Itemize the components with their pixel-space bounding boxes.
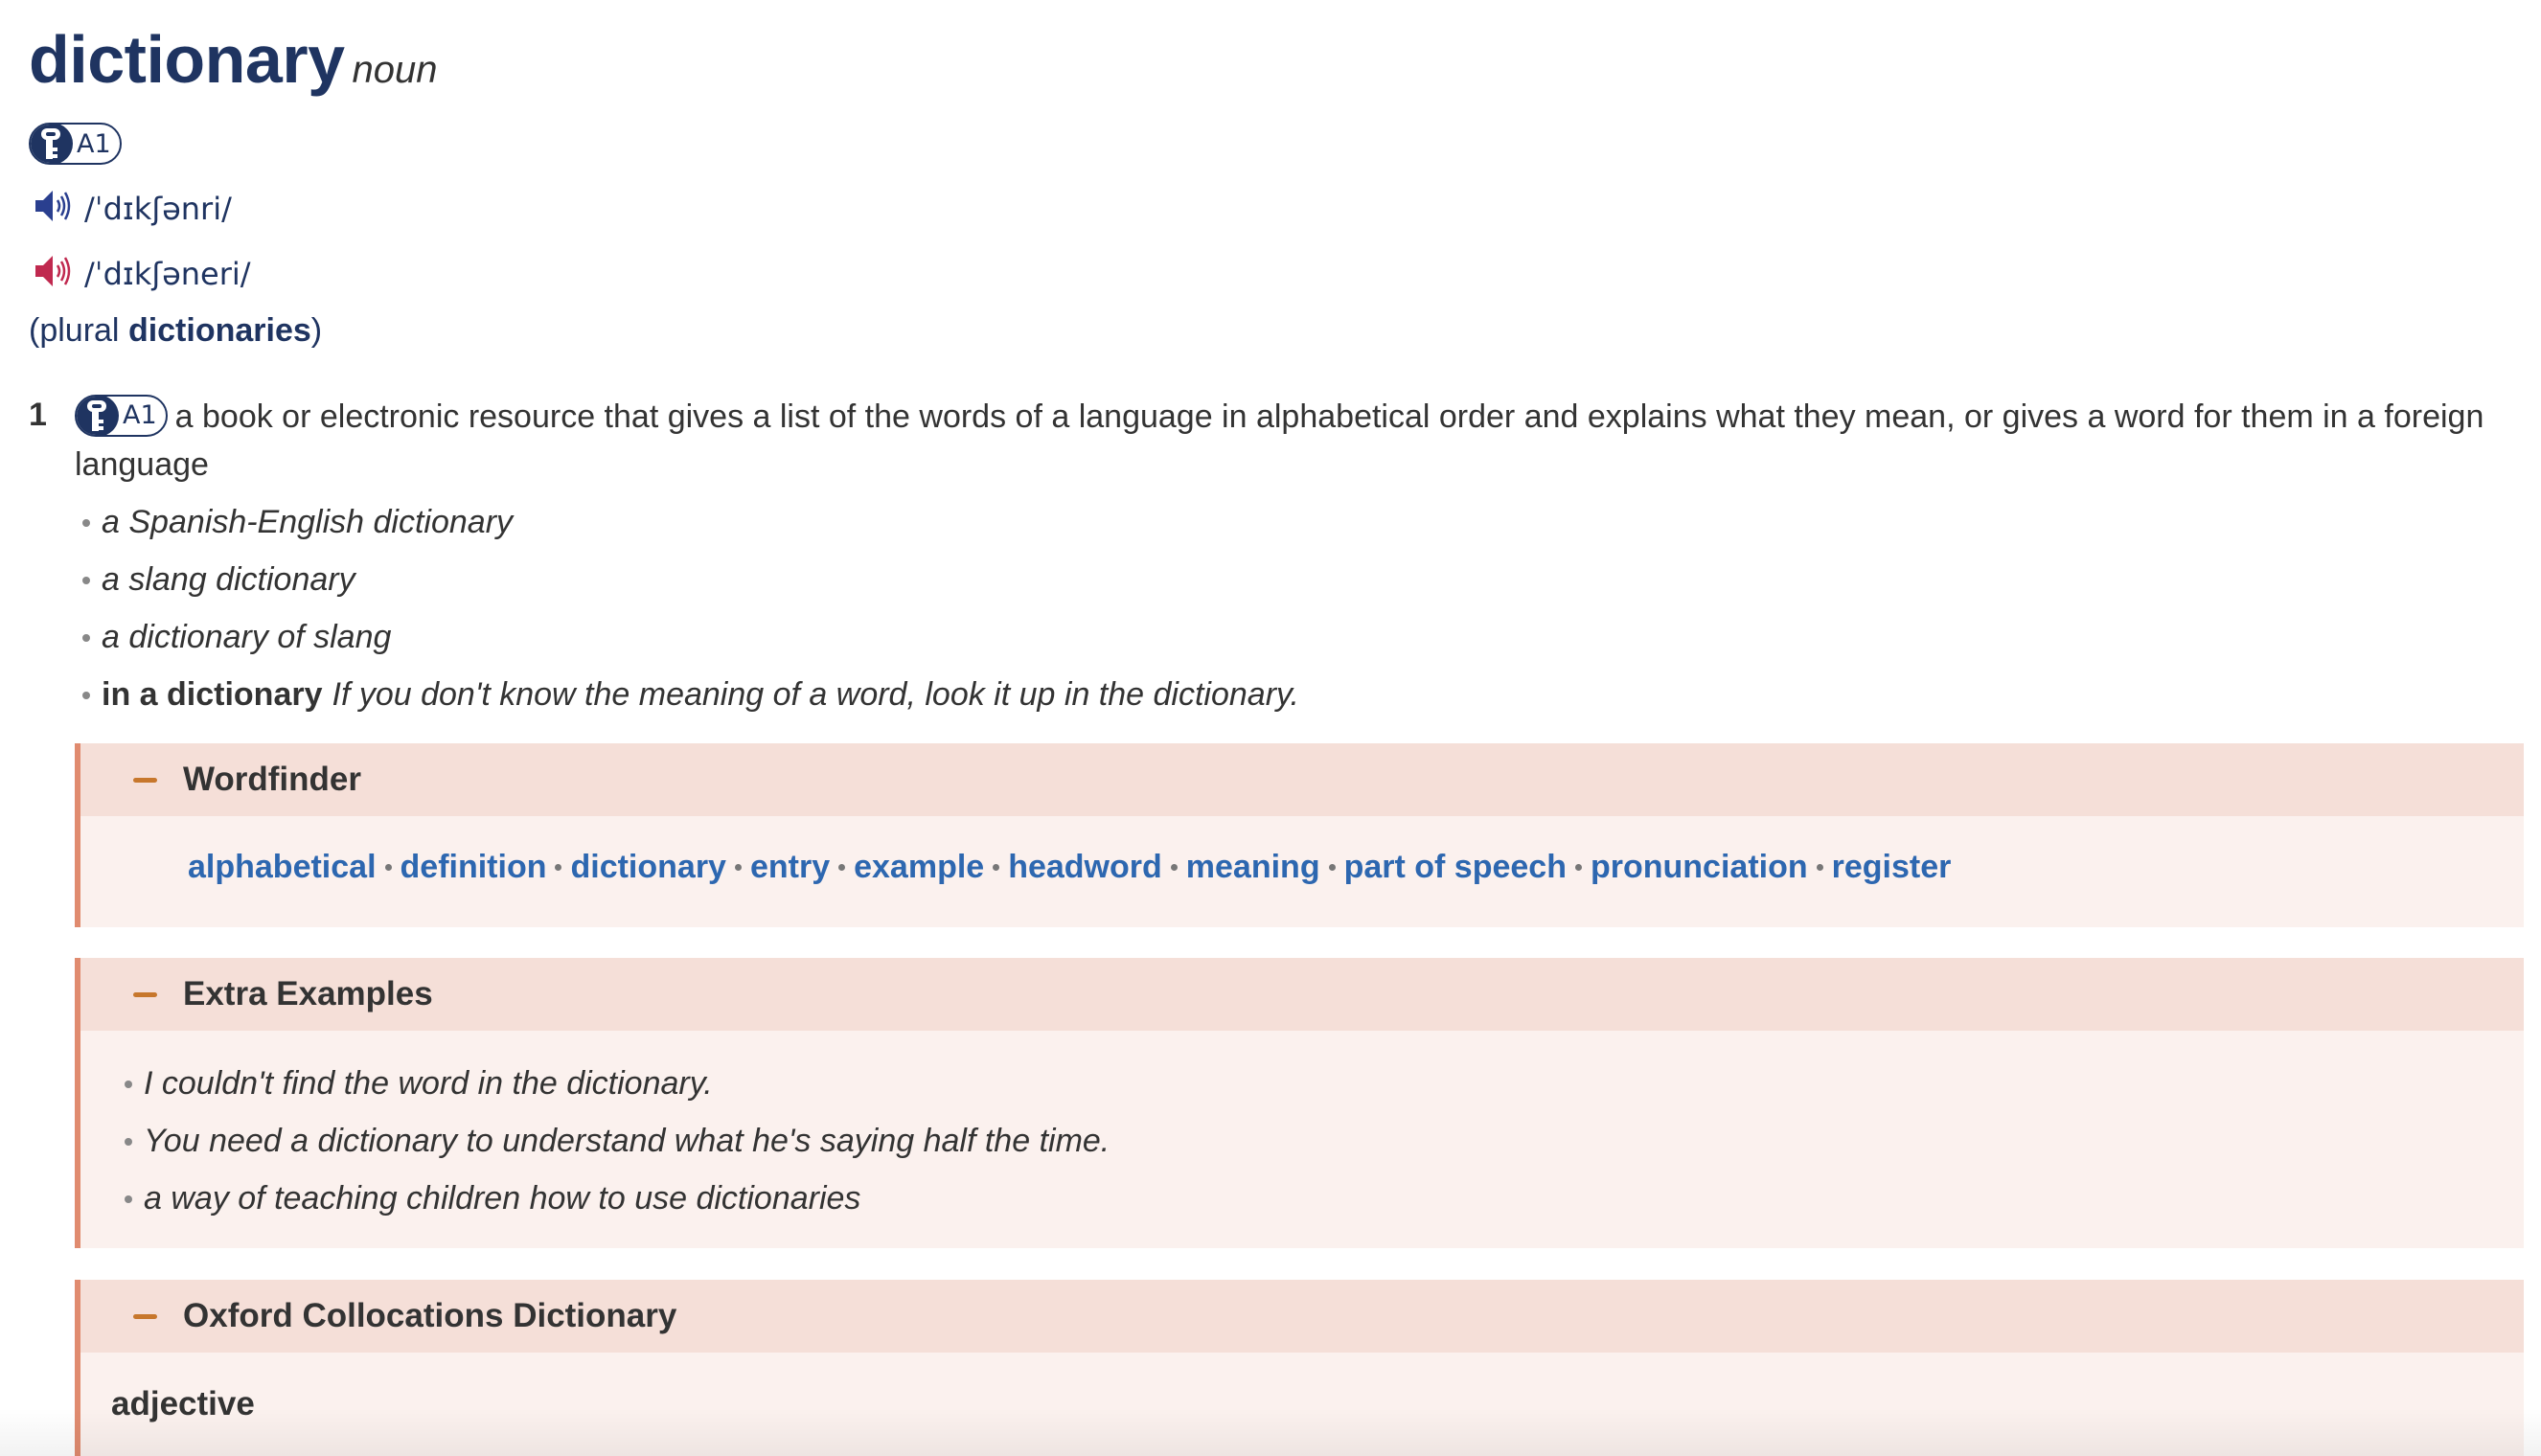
example-item: a Spanish-English dictionary (82, 498, 1299, 556)
wordfinder-links: alphabetical definition dictionary entry exa… (188, 849, 1951, 886)
bullet-icon (82, 577, 90, 584)
collapse-minus-icon[interactable] (133, 991, 157, 997)
example-text: If you don't know the meaning of a word,… (332, 676, 1299, 713)
wordfinder-link[interactable]: part of speech (1344, 849, 1567, 885)
separator-dot-icon (838, 863, 846, 871)
wordfinder-box: Wordfinder alphabetical definition diction… (75, 743, 2524, 927)
oxford-key-icon (76, 397, 119, 436)
example-text: a Spanish-English dictionary (102, 504, 514, 540)
wordfinder-link[interactable]: alphabetical (188, 849, 377, 885)
wordfinder-link[interactable]: pronunciation (1591, 849, 1808, 885)
wordfinder-link[interactable]: entry (750, 849, 830, 885)
inflection-suffix: ) (310, 312, 323, 349)
example-item: in a dictionary If you don't know the mea… (82, 671, 1299, 728)
headword: dictionary (29, 22, 345, 97)
extra-example-text: a way of teaching children how to use di… (144, 1180, 861, 1217)
cefr-level: A1 (77, 128, 111, 159)
collocations-pos-heading: adjective (111, 1385, 255, 1422)
example-text: a dictionary of slang (102, 619, 392, 655)
cefr-level: A1 (123, 400, 157, 431)
wordfinder-link[interactable]: definition (401, 849, 547, 885)
separator-dot-icon (1170, 863, 1178, 871)
extra-example-text: I couldn't find the word in the dictiona… (144, 1065, 713, 1102)
extra-examples-box: Extra Examples I couldn't find the word … (75, 958, 2524, 1248)
part-of-speech: noun (352, 49, 438, 91)
speaker-icon[interactable] (34, 255, 75, 292)
wordfinder-link[interactable]: headword (1008, 849, 1162, 885)
inflections: (plural dictionaries) (29, 312, 322, 350)
cefr-badge[interactable]: A1 (29, 123, 122, 165)
extra-examples-header[interactable]: Extra Examples (80, 958, 2524, 1031)
separator-dot-icon (734, 863, 742, 871)
example-text: a slang dictionary (102, 561, 355, 598)
wordfinder-link[interactable]: dictionary (570, 849, 725, 885)
headword-line: dictionary noun (29, 21, 438, 98)
separator-dot-icon (1816, 863, 1823, 871)
wordfinder-link[interactable]: example (854, 849, 984, 885)
oxford-key-icon (30, 125, 73, 163)
example-list: a Spanish-English dictionary a slang dic… (82, 498, 1299, 728)
cefr-badge[interactable]: A1 (75, 395, 168, 438)
extra-example-item: I couldn't find the word in the dictiona… (125, 1059, 1110, 1117)
separator-dot-icon (993, 863, 1000, 871)
collocations-box: Oxford Collocations Dictionary adjective (75, 1280, 2524, 1456)
extra-examples-title: Extra Examples (183, 975, 433, 1012)
bullet-icon (82, 519, 90, 527)
plural-form: dictionaries (127, 312, 311, 349)
collocations-title: Oxford Collocations Dictionary (183, 1297, 677, 1334)
separator-dot-icon (555, 863, 562, 871)
dictionary-entry-page: dictionary noun A1 /ˈdɪkʃənri/ /ˈdɪkʃəne… (0, 0, 2541, 1456)
extra-examples-list: I couldn't find the word in the dictiona… (125, 1059, 1110, 1232)
separator-dot-icon (384, 863, 392, 871)
bullet-icon (125, 1195, 132, 1203)
phonetic-us: /ˈdɪkʃəneri/ (84, 255, 251, 292)
sense-definition: A1 a book or electronic resource that gi… (75, 393, 2528, 489)
bullet-icon (125, 1138, 132, 1146)
collapse-minus-icon[interactable] (133, 1313, 157, 1319)
extra-example-item: a way of teaching children how to use di… (125, 1174, 1110, 1232)
bullet-icon (82, 692, 90, 699)
bullet-icon (82, 634, 90, 642)
wordfinder-header[interactable]: Wordfinder (80, 743, 2524, 816)
pronunciation-uk: /ˈdɪkʃənri/ (34, 190, 232, 227)
definition-text: a book or electronic resource that gives… (75, 398, 2484, 483)
phonetic-uk: /ˈdɪkʃənri/ (84, 190, 232, 227)
collapse-minus-icon[interactable] (133, 777, 157, 783)
separator-dot-icon (1574, 863, 1582, 871)
extra-example-item: You need a dictionary to understand what… (125, 1117, 1110, 1174)
separator-dot-icon (1328, 863, 1336, 871)
wordfinder-link[interactable]: register (1832, 849, 1952, 885)
wordfinder-title: Wordfinder (183, 761, 362, 798)
collocations-header[interactable]: Oxford Collocations Dictionary (80, 1280, 2524, 1353)
collocation-form: in a dictionary (102, 676, 323, 713)
pronunciation-us: /ˈdɪkʃəneri/ (34, 255, 251, 292)
speaker-icon[interactable] (34, 190, 75, 227)
extra-example-text: You need a dictionary to understand what… (144, 1123, 1110, 1159)
bullet-icon (125, 1081, 132, 1088)
sense-number: 1 (29, 397, 47, 433)
example-item: a slang dictionary (82, 556, 1299, 613)
example-item: a dictionary of slang (82, 613, 1299, 671)
inflection-prefix: (plural (29, 312, 128, 349)
wordfinder-link[interactable]: meaning (1186, 849, 1320, 885)
